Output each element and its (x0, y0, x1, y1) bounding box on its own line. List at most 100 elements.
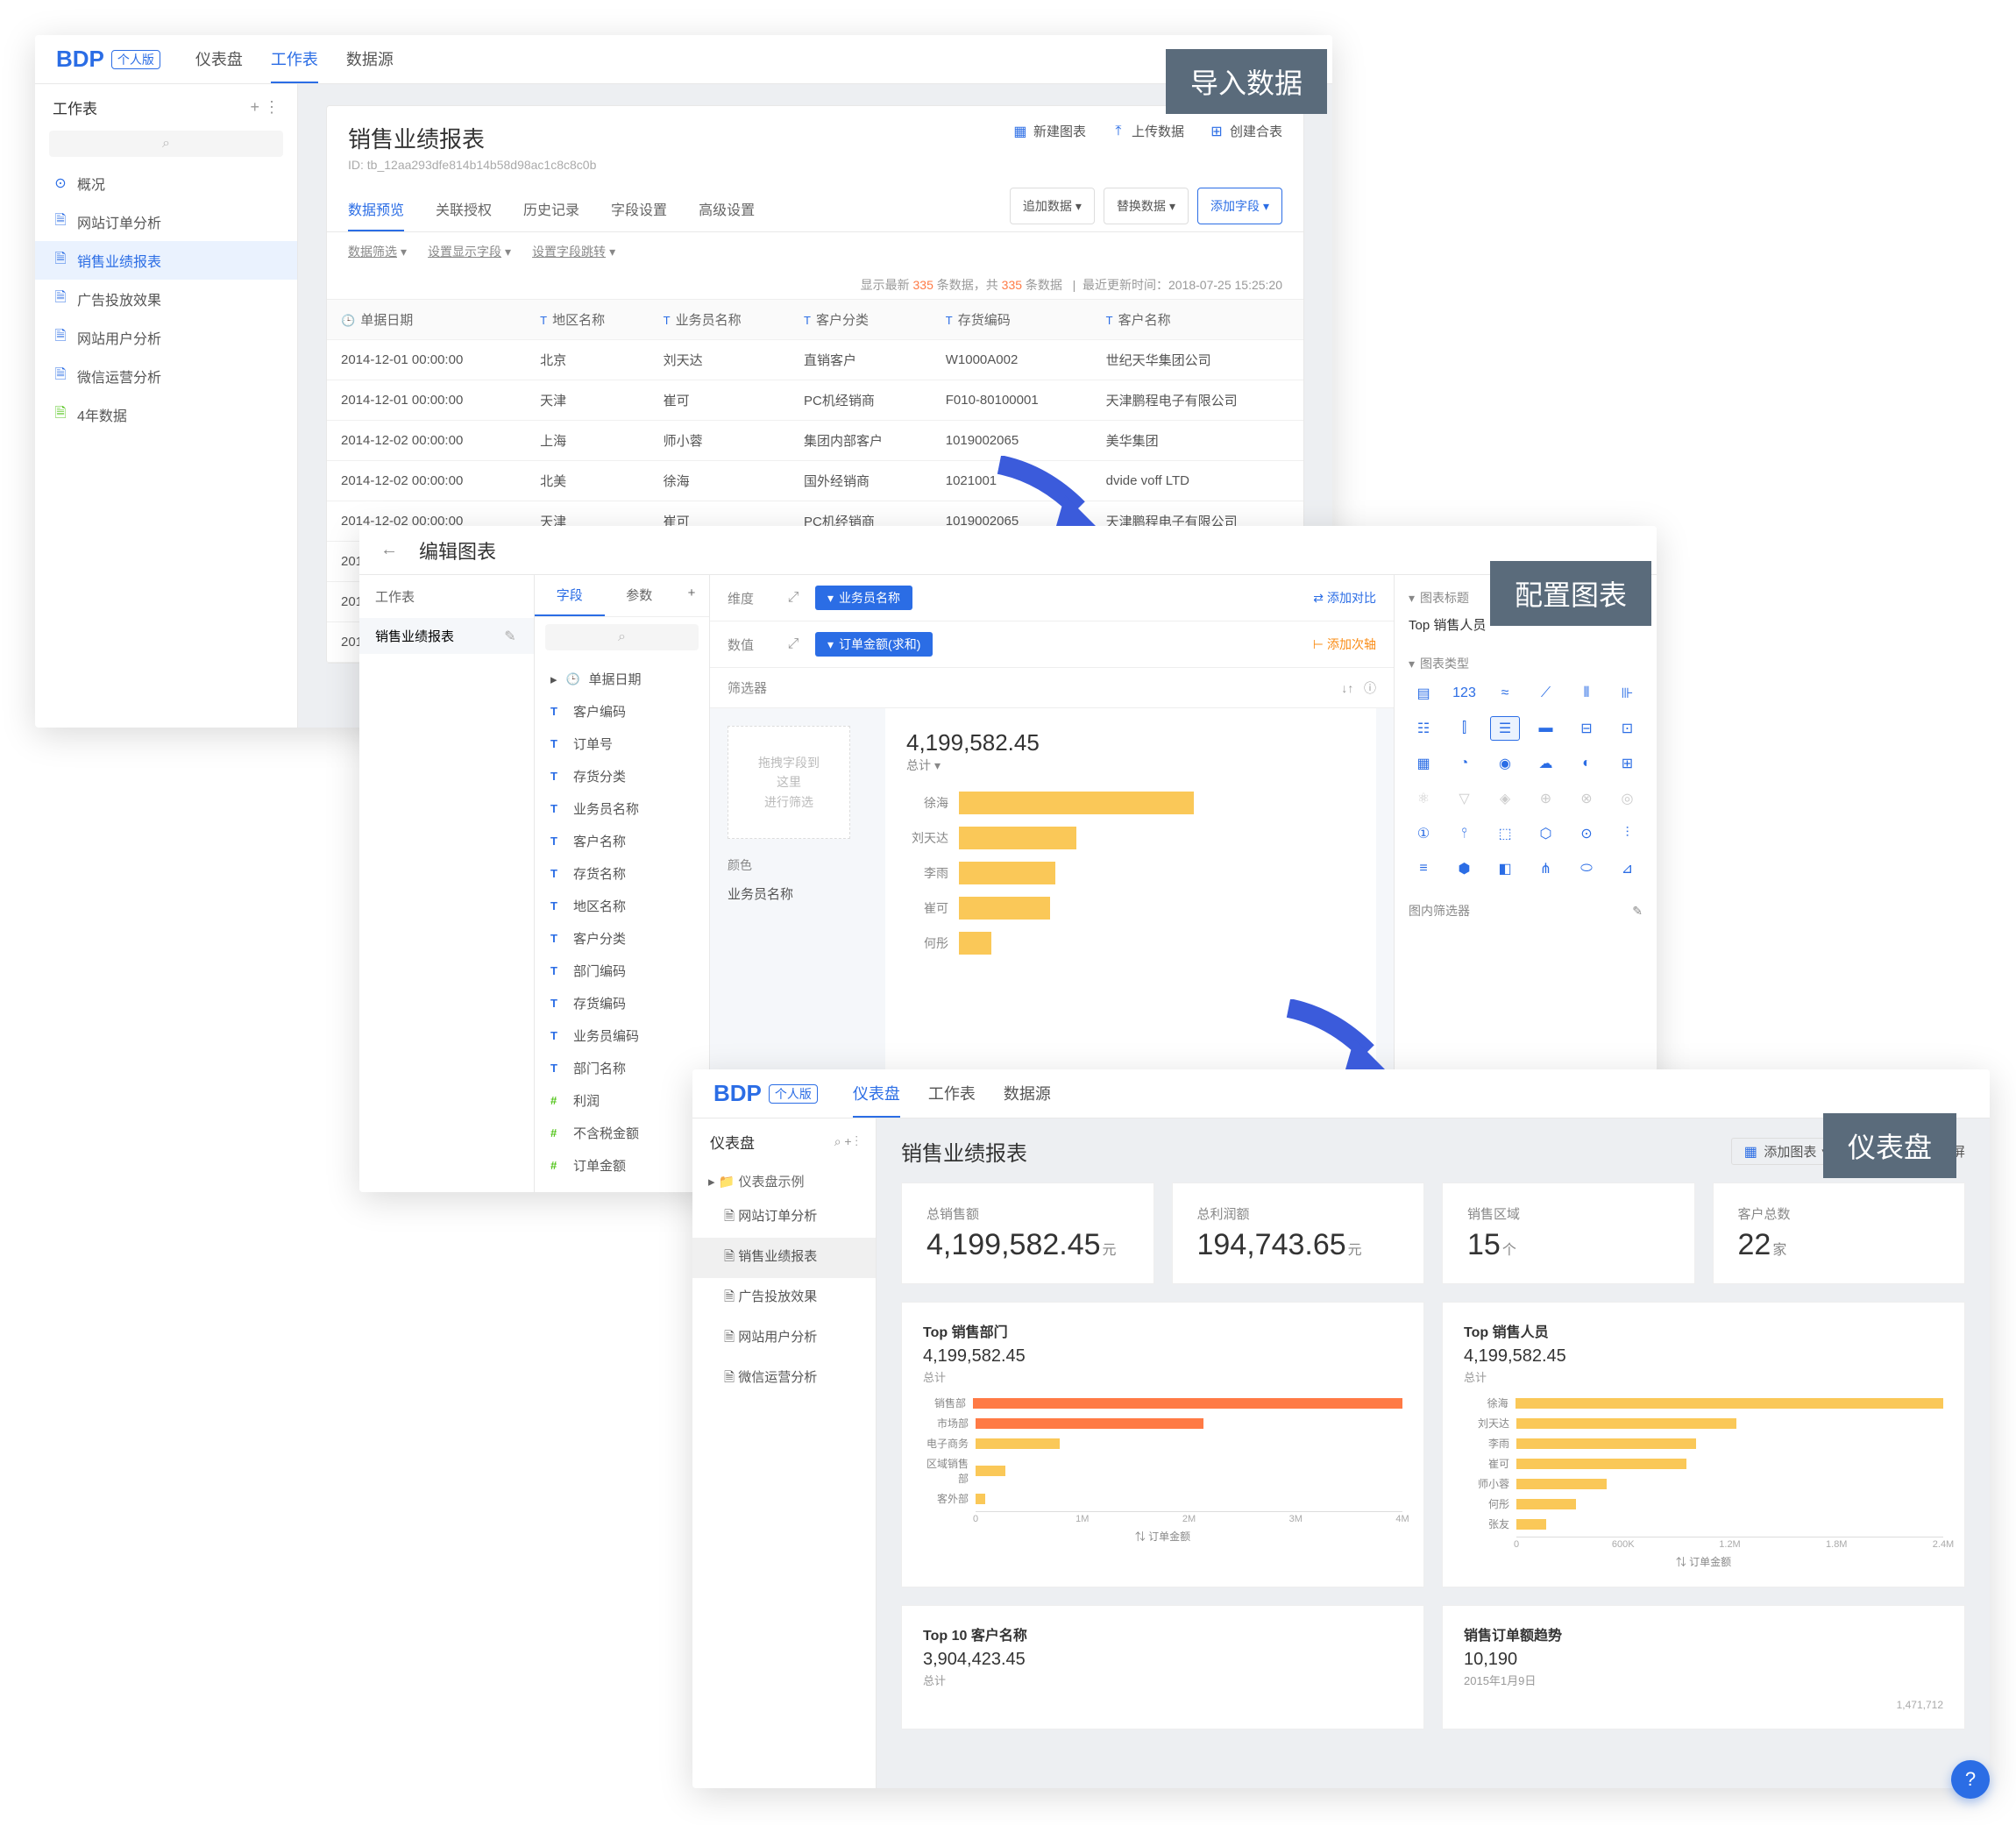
chart-type-option[interactable]: 123 (1450, 681, 1480, 706)
column-header[interactable]: T业务员名称 (650, 300, 790, 340)
table-row[interactable]: 2014-12-01 00:00:00天津崔可PC机经销商F010-801000… (327, 380, 1303, 421)
sidebar-item[interactable]: 🗎 销售业绩报表 (692, 1238, 876, 1278)
expand-icon[interactable]: ⤢ (785, 636, 801, 652)
filter-actions[interactable]: ↓↑ ⓘ (1341, 679, 1376, 697)
chart-type-option[interactable]: ☷ (1409, 716, 1438, 741)
chart-type-option[interactable]: ▽ (1450, 786, 1480, 811)
sidebar-item[interactable]: 🗎 广告投放效果 (692, 1278, 876, 1318)
column-header[interactable]: 🕒单据日期 (327, 300, 526, 340)
table-row[interactable]: 2014-12-01 00:00:00北京刘天达直销客户W1000A002世纪天… (327, 340, 1303, 380)
field-item[interactable]: T地区名称 (535, 890, 709, 922)
sidebar-item[interactable]: 🗎 网站订单分析 (692, 1197, 876, 1238)
chart-type-option[interactable]: ⊗ (1572, 786, 1601, 811)
edit-icon[interactable]: ✎ (1632, 904, 1643, 919)
column-header[interactable]: T客户分类 (790, 300, 932, 340)
chart-type-option[interactable]: ◧ (1490, 856, 1520, 881)
tab-dashboard[interactable]: 仪表盘 (853, 1069, 900, 1118)
chart-type-option[interactable]: ◎ (1613, 786, 1643, 811)
field-item[interactable]: T部门名称 (535, 1052, 709, 1084)
chart-type-option[interactable]: ⊙ (1572, 821, 1601, 846)
field-item[interactable]: T业务员编码 (535, 1019, 709, 1052)
display-fields-link[interactable]: 设置显示字段 ▾ (428, 243, 511, 260)
chart-type-option[interactable]: ⊡ (1613, 716, 1643, 741)
params-tab[interactable]: 参数 (605, 575, 675, 616)
subtab-fields[interactable]: 字段设置 (611, 188, 667, 231)
sidebar-item[interactable]: ⊙概况 (35, 164, 297, 202)
chart-type-option[interactable]: ⫯ (1450, 821, 1480, 846)
append-data-button[interactable]: 追加数据 ▾ (1010, 188, 1095, 224)
total-label[interactable]: 总计 ▾ (906, 756, 1355, 774)
value-pill[interactable]: ▾ 订单金额(求和) (815, 632, 933, 657)
chart-type-option[interactable]: ⊟ (1572, 716, 1601, 741)
subtab-auth[interactable]: 关联授权 (436, 188, 492, 231)
fields-tab[interactable]: 字段 (535, 575, 605, 616)
chart-type-option[interactable]: ☁ (1531, 751, 1561, 776)
column-header[interactable]: T客户名称 (1092, 300, 1303, 340)
chart-type-option[interactable]: ◔ (1450, 751, 1480, 776)
tab-worksheet[interactable]: 工作表 (928, 1069, 976, 1118)
chart-type-option[interactable]: ▤ (1409, 681, 1438, 706)
field-item[interactable]: T订单号 (535, 728, 709, 760)
filter-link[interactable]: 数据筛选 ▾ (348, 243, 407, 260)
chart-type-option[interactable]: ⬭ (1572, 856, 1601, 881)
search-input[interactable]: ⌕ (49, 131, 283, 157)
column-header[interactable]: T存货编码 (932, 300, 1092, 340)
chart-type-option[interactable]: ⫿ (1450, 716, 1480, 741)
chart-type-option[interactable]: ⊞ (1613, 751, 1643, 776)
field-item[interactable]: T客户分类 (535, 922, 709, 955)
sidebar-item[interactable]: 🗎网站订单分析 (35, 202, 297, 241)
tab-dashboard[interactable]: 仪表盘 (195, 35, 243, 83)
field-item[interactable]: T存货分类 (535, 760, 709, 792)
sidebar-item[interactable]: 🗎微信运营分析 (35, 357, 297, 395)
tab-datasource[interactable]: 数据源 (1004, 1069, 1051, 1118)
chart-type-option[interactable]: ⚛ (1409, 786, 1438, 811)
chart-type-option[interactable]: ⊪ (1613, 681, 1643, 706)
filter-dropzone[interactable]: 拖拽字段到这里进行筛选 (728, 726, 850, 839)
sidebar-item[interactable]: 🗎 网站用户分析 (692, 1318, 876, 1359)
create-join-link[interactable]: ⊞创建合表 (1209, 122, 1282, 140)
subtab-advanced[interactable]: 高级设置 (699, 188, 755, 231)
field-item[interactable]: #不含税金额 (535, 1117, 709, 1149)
chart-type-option[interactable]: ≈ (1490, 681, 1520, 706)
chart-type-option[interactable]: ⬡ (1531, 821, 1561, 846)
sidebar-item[interactable]: 🗎 微信运营分析 (692, 1359, 876, 1399)
add-field-icon[interactable]: + (674, 575, 709, 616)
folder-item[interactable]: ▸ 📁 仪表盘示例 (692, 1165, 876, 1197)
sidebar-item[interactable]: 🗎广告投放效果 (35, 280, 297, 318)
help-button[interactable]: ? (1951, 1760, 1990, 1799)
add-axis-link[interactable]: ⊢ 添加次轴 (1313, 636, 1376, 653)
field-item[interactable]: ▸ 🕒单据日期 (535, 663, 709, 695)
field-item[interactable]: T存货编码 (535, 987, 709, 1019)
add-icon[interactable]: + ⋮ (250, 98, 280, 117)
chart-type-option[interactable]: ① (1409, 821, 1438, 846)
table-row[interactable]: 2014-12-02 00:00:00北美徐海国外经销商1021001dvide… (327, 461, 1303, 501)
dimension-pill[interactable]: ▾ 业务员名称 (815, 586, 912, 610)
field-jump-link[interactable]: 设置字段跳转 ▾ (532, 243, 615, 260)
chart-type-option[interactable]: ◉ (1490, 751, 1520, 776)
field-item[interactable]: T部门编码 (535, 955, 709, 987)
field-item[interactable]: T客户编码 (535, 695, 709, 728)
sidebar-item[interactable]: 🗎销售业绩报表 (35, 241, 297, 280)
replace-data-button[interactable]: 替换数据 ▾ (1104, 188, 1189, 224)
table-row[interactable]: 2014-12-02 00:00:00上海师小蓉集团内部客户1019002065… (327, 421, 1303, 461)
sidebar-item[interactable]: 🗎网站用户分析 (35, 318, 297, 357)
chart-type-option[interactable]: ⊿ (1613, 856, 1643, 881)
field-item[interactable]: T客户名称 (535, 825, 709, 857)
tab-datasource[interactable]: 数据源 (346, 35, 394, 83)
chart-type-option[interactable]: ⫶ (1613, 821, 1643, 846)
chart-type-option[interactable]: ◈ (1490, 786, 1520, 811)
chart-type-option[interactable]: ◐ (1572, 751, 1601, 776)
back-button[interactable]: ← (380, 540, 398, 560)
chart-type-option[interactable]: ⟋ (1531, 681, 1561, 706)
new-chart-link[interactable]: ▦新建图表 (1012, 122, 1086, 140)
ws-item[interactable]: 销售业绩报表✎ (359, 618, 534, 654)
subtab-preview[interactable]: 数据预览 (348, 188, 404, 231)
edit-icon[interactable]: ✎ (502, 628, 518, 644)
sidebar-item[interactable]: 🗎4年数据 (35, 395, 297, 434)
add-compare-link[interactable]: ⇄ 添加对比 (1313, 589, 1376, 607)
field-item[interactable]: T业务员名称 (535, 792, 709, 825)
chart-type-option[interactable]: ☰ (1490, 716, 1520, 741)
expand-icon[interactable]: ⤢ (785, 590, 801, 606)
chart-type-option[interactable]: ⬚ (1490, 821, 1520, 846)
chart-type-option[interactable]: ⊕ (1531, 786, 1561, 811)
